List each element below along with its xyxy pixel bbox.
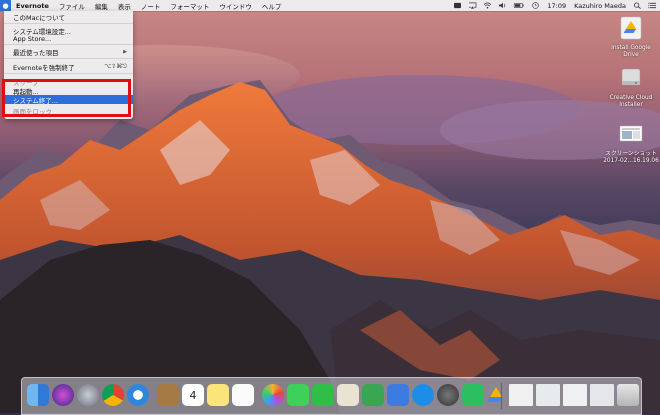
- menu-app-name[interactable]: Evernote: [11, 2, 54, 10]
- desktop-icon-label: Install Google Drive: [611, 45, 651, 58]
- desktop-icon-label: Creative Cloud Installer: [609, 95, 653, 108]
- menu-view[interactable]: 表示: [113, 1, 136, 11]
- system-preferences-icon[interactable]: [437, 384, 459, 406]
- menu-item-app-store[interactable]: App Store...: [4, 34, 133, 43]
- clock-icon: [532, 2, 540, 9]
- menu-item-label: App Store...: [13, 34, 52, 43]
- red-highlight-box: [2, 79, 131, 117]
- contacts-book-icon[interactable]: [157, 384, 179, 406]
- notification-center-icon[interactable]: [648, 2, 657, 9]
- google-drive-icon: [620, 16, 642, 40]
- menu-item-about-this-mac[interactable]: このMacについて: [4, 12, 133, 22]
- menu-format[interactable]: フォーマット: [165, 1, 214, 11]
- desktop-icon-creative-cloud-installer[interactable]: Creative Cloud Installer: [603, 66, 659, 109]
- airplay-icon[interactable]: [468, 2, 477, 9]
- menu-window[interactable]: ウインドウ: [214, 1, 257, 11]
- force-quit-shortcut: ⌥⇧⌘⎋: [104, 62, 127, 70]
- google-drive-dock-icon[interactable]: [485, 384, 507, 406]
- launchpad-icon[interactable]: [77, 384, 99, 406]
- reminders-icon[interactable]: [232, 384, 254, 406]
- menu-item-label: 最近使った項目: [13, 48, 59, 57]
- calendar-icon[interactable]: 4: [182, 384, 204, 406]
- apple-menu-button[interactable]: ●: [0, 0, 11, 11]
- menu-edit[interactable]: 編集: [90, 1, 113, 11]
- minimized-window-4[interactable]: [590, 384, 614, 406]
- trash-icon[interactable]: [617, 384, 639, 406]
- google-drive-glyph-icon: [487, 387, 502, 402]
- menu-divider: [4, 58, 133, 59]
- minimized-window-2[interactable]: [536, 384, 560, 406]
- chrome-icon[interactable]: [102, 384, 124, 406]
- menubar-time[interactable]: 17:09: [543, 2, 570, 10]
- volume-icon[interactable]: [498, 2, 507, 9]
- wifi-icon[interactable]: [483, 2, 492, 9]
- dock: 4: [21, 377, 642, 415]
- screenshot-thumbnail-icon: [619, 125, 643, 142]
- menu-item-label: Evernoteを強制終了: [13, 63, 75, 72]
- messages-icon[interactable]: [287, 384, 309, 406]
- desktop-icon-screenshot[interactable]: スクリーンショット 2017-02...16.19.06: [603, 122, 659, 165]
- minimized-window-3[interactable]: [563, 384, 587, 406]
- menu-divider: [4, 23, 133, 24]
- menu-item-label: このMacについて: [13, 13, 65, 22]
- facetime-icon[interactable]: [312, 384, 334, 406]
- evernote-icon[interactable]: [462, 384, 484, 406]
- menu-divider: [4, 73, 133, 74]
- chevron-right-icon: ▶: [123, 48, 127, 55]
- desktop-icon-label: 2017-02...16.19.06: [603, 158, 659, 164]
- siri-icon[interactable]: [52, 384, 74, 406]
- numbers-icon[interactable]: [362, 384, 384, 406]
- menu-bar: ● Evernote ファイル 編集 表示 ノート フォーマット ウインドウ ヘ…: [0, 0, 660, 11]
- menu-help[interactable]: ヘルプ: [257, 1, 287, 11]
- menu-divider: [4, 44, 133, 45]
- menu-file[interactable]: ファイル: [54, 1, 90, 11]
- app-store-icon[interactable]: [412, 384, 434, 406]
- desktop-icon-install-google-drive[interactable]: Install Google Drive: [603, 16, 659, 59]
- evernote-status-icon[interactable]: [453, 2, 462, 9]
- finder-icon[interactable]: [27, 384, 49, 406]
- menu-note[interactable]: ノート: [136, 1, 166, 11]
- minimized-window-1[interactable]: [509, 384, 533, 406]
- spotlight-icon[interactable]: [633, 2, 642, 9]
- preview-icon[interactable]: [337, 384, 359, 406]
- menu-item-force-quit[interactable]: Evernoteを強制終了 ⌥⇧⌘⎋: [4, 62, 133, 72]
- disk-image-icon: [621, 68, 641, 86]
- photos-icon[interactable]: [262, 384, 284, 406]
- desktop-icon-label: スクリーンショット: [605, 151, 657, 157]
- safari-icon[interactable]: [127, 384, 149, 406]
- battery-icon[interactable]: [513, 2, 525, 9]
- apple-icon: ●: [2, 1, 9, 10]
- dock-separator: [501, 383, 502, 409]
- stickies-icon[interactable]: [207, 384, 229, 406]
- menubar-user-name[interactable]: Kazuhiro Maeda: [570, 2, 630, 10]
- keynote-icon[interactable]: [387, 384, 409, 406]
- menu-item-recent-items[interactable]: 最近使った項目 ▶: [4, 47, 133, 57]
